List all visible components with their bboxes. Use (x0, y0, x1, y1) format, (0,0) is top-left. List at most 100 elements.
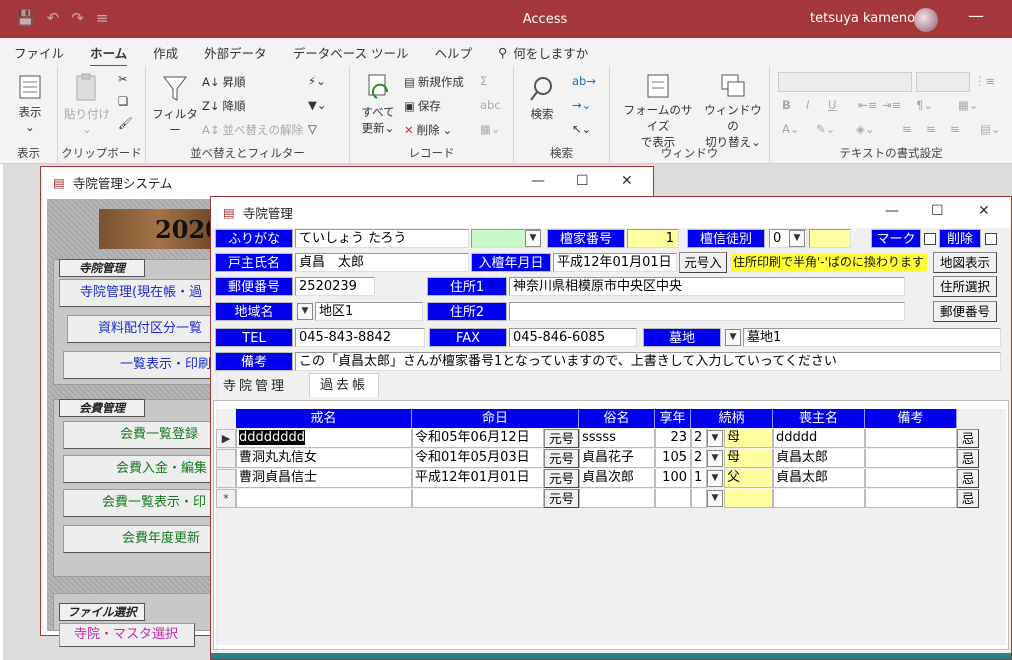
new-biko-cell[interactable] (865, 489, 957, 508)
tab-kakocho[interactable]: 過去帳 (309, 373, 380, 397)
meinichi-cell[interactable]: 令和05年06月12日 (412, 429, 544, 448)
tab-help[interactable]: ヘルプ (435, 43, 473, 62)
align-center-icon[interactable]: ≡ (926, 122, 936, 136)
record-selector-current[interactable]: ▶ (216, 429, 236, 448)
totals-icon[interactable]: Σ (480, 74, 487, 88)
remarks-field[interactable]: この「貞昌太郎」さんが檀家番号1となっていますので、上書きして入力していってくだ… (295, 352, 1001, 371)
imi-button[interactable]: 忌 (957, 489, 979, 508)
address-select-button[interactable]: 住所選択 (933, 276, 997, 297)
new-record-button[interactable]: ▤ 新規作成 (404, 74, 464, 90)
cemetery-field[interactable]: 墓地1 (743, 328, 1001, 347)
spelling-icon[interactable]: abc (480, 98, 501, 112)
chevron-down-icon[interactable]: ▼ (297, 303, 313, 320)
highlight-icon[interactable]: ✎⌄ (816, 122, 835, 136)
distribution-list-button[interactable]: 資料配付区分一覧 (67, 315, 229, 343)
new-kyonen-cell[interactable] (655, 489, 691, 508)
chevron-down-icon[interactable]: ▼ (707, 450, 723, 467)
tel-field[interactable]: 045-843-8842 (295, 328, 425, 347)
minimize-icon[interactable]: — (531, 173, 545, 189)
fee-payment-edit-button[interactable]: 会費入金・編集 (63, 455, 229, 483)
map-display-button[interactable]: 地図表示 (933, 252, 997, 273)
zokugara-cell[interactable]: 父 (724, 469, 773, 488)
delete-record-button[interactable]: ✕ 削除 ⌄ (404, 122, 452, 138)
fill-color-icon[interactable]: ◈⌄ (856, 122, 874, 136)
copy-icon[interactable]: ❏ (118, 94, 128, 108)
tab-file[interactable]: ファイル (14, 43, 64, 62)
chevron-down-icon[interactable]: ▼ (707, 470, 723, 487)
kyonen-cell[interactable]: 23 (655, 429, 691, 448)
meinichi-cell[interactable]: 令和01年05月03日 (412, 449, 544, 468)
fee-list-print-button[interactable]: 会費一覧表示・印 (63, 489, 229, 517)
new-zokumyo-cell[interactable] (579, 489, 655, 508)
address2-field[interactable] (509, 302, 905, 321)
list-print-button[interactable]: 一覧表示・印刷 (63, 351, 229, 379)
underline-icon[interactable]: U (828, 98, 836, 112)
moshu-cell[interactable]: 貞昌太郎 (773, 469, 865, 488)
gengo-input-button[interactable]: 元号入 (679, 252, 727, 273)
refresh-all-button[interactable]: すべて 更新⌄ (358, 72, 398, 136)
tab-home[interactable]: ホーム (90, 43, 128, 67)
householder-name-field[interactable]: 貞昌 太郎 (295, 253, 469, 272)
tab-create[interactable]: 作成 (153, 43, 178, 62)
close-icon[interactable]: ✕ (978, 203, 990, 219)
format-painter-icon[interactable]: 🖌 (118, 116, 133, 130)
mark-checkbox[interactable] (924, 233, 936, 245)
biko-cell[interactable] (865, 429, 957, 448)
cut-icon[interactable]: ✂ (118, 72, 128, 86)
filter-button[interactable]: フィルター (150, 72, 200, 138)
font-size-select[interactable] (916, 72, 970, 92)
replace-icon[interactable]: ab→ (572, 74, 596, 88)
temple-master-select-button[interactable]: 寺院・マスタ選択 (59, 623, 195, 647)
close-icon[interactable]: ✕ (621, 173, 633, 189)
new-moshu-cell[interactable] (773, 489, 865, 508)
code-cell[interactable]: 2 (691, 449, 707, 468)
sort-descending-button[interactable]: Z↓ 降順 (202, 98, 246, 114)
fee-year-update-button[interactable]: 会費年度更新 (63, 525, 229, 553)
gengo-row-button[interactable]: 元号 (544, 429, 579, 448)
sort-ascending-button[interactable]: A↓ 昇順 (202, 74, 246, 90)
find-button[interactable]: 検索 (522, 74, 562, 122)
font-name-select[interactable] (778, 72, 912, 92)
avatar[interactable] (914, 8, 938, 32)
paragraph-icon[interactable]: ¶⌄ (916, 98, 933, 112)
kaimyo-cell[interactable]: 曹洞丸丸信女 (236, 449, 412, 468)
indent-icon[interactable]: ⇤≡ (858, 98, 877, 112)
gengo-row-button[interactable]: 元号 (544, 489, 579, 508)
bold-icon[interactable]: B (782, 98, 791, 112)
zokugara-cell[interactable]: 母 (724, 449, 773, 468)
biko-cell[interactable] (865, 449, 957, 468)
moshu-cell[interactable]: 貞昌太郎 (773, 449, 865, 468)
code-cell[interactable]: 1 (691, 469, 707, 488)
record-selector[interactable] (216, 469, 236, 488)
kyonen-cell[interactable]: 105 (655, 449, 691, 468)
moshu-cell[interactable]: ddddd (773, 429, 865, 448)
selection-icon[interactable]: ⚡⌄ (308, 74, 326, 88)
kaimyo-cell[interactable]: 曹洞貞昌信士 (236, 469, 412, 488)
meinichi-cell[interactable]: 平成12年01月01日 (412, 469, 544, 488)
fit-to-form-button[interactable]: フォームのサイズ で表示 (618, 72, 698, 150)
postal-code-field[interactable]: 2520239 (295, 277, 375, 296)
select-icon[interactable]: ↖⌄ (572, 122, 591, 136)
tab-external-data[interactable]: 外部データ (204, 43, 267, 62)
tab-temple-management[interactable]: 寺院管理 (213, 375, 297, 399)
area-name-field[interactable]: 地区1 (315, 302, 423, 321)
clear-sort-button[interactable]: A↕ 並べ替えの解除 (202, 122, 303, 138)
gridlines-icon[interactable]: ▦⌄ (958, 98, 979, 112)
chevron-down-icon[interactable]: ▼ (707, 490, 723, 507)
minimize-icon[interactable]: — (968, 6, 984, 25)
chevron-down-icon[interactable]: ▼ (725, 329, 741, 346)
fax-field[interactable]: 045-846-6085 (509, 328, 637, 347)
more-records-icon[interactable]: ▦⌄ (480, 122, 501, 136)
furigana-field[interactable]: ていしょう たろう (295, 229, 469, 248)
font-color-icon[interactable]: A⌄ (782, 122, 800, 136)
maximize-icon[interactable]: ☐ (931, 203, 944, 219)
danshin-extra-field[interactable] (809, 229, 851, 248)
align-left-icon[interactable]: ≡ (902, 122, 912, 136)
minimize-icon[interactable]: — (885, 203, 899, 219)
goto-icon[interactable]: →⌄ (572, 98, 591, 112)
alternate-row-icon[interactable]: ▤⌄ (980, 122, 1001, 136)
fee-list-register-button[interactable]: 会費一覧登録 (63, 421, 229, 449)
temple-management-button[interactable]: 寺院管理(現在帳・過 (59, 279, 229, 307)
kyonen-cell[interactable]: 100 (655, 469, 691, 488)
toggle-filter-icon[interactable]: ▽ (308, 122, 317, 136)
